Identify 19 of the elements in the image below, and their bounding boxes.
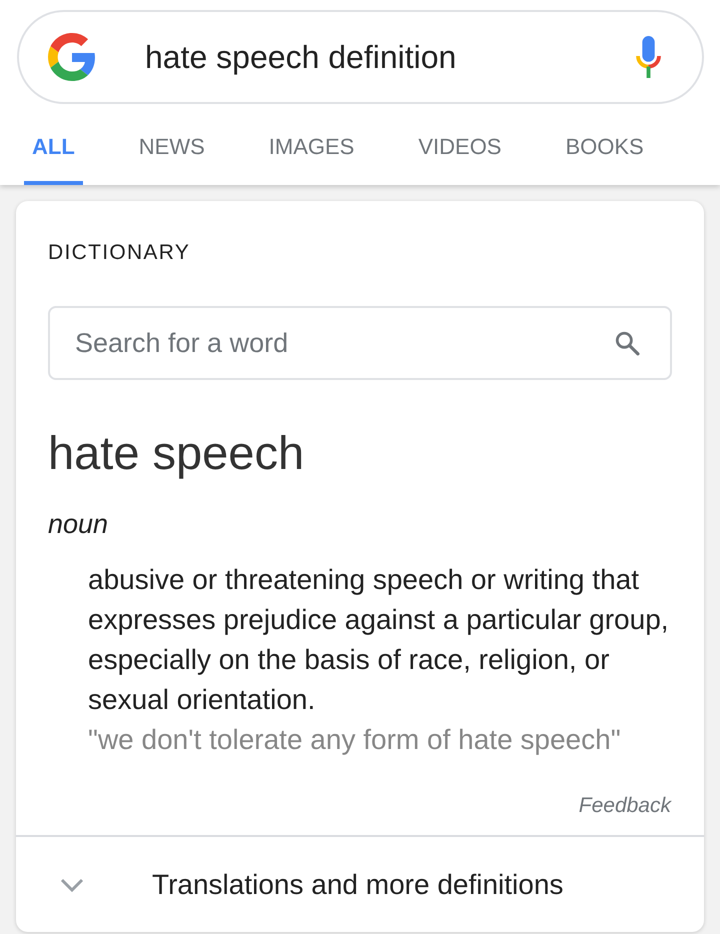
tab[interactable]: BOOKS <box>557 104 652 185</box>
search-field[interactable]: hate speech definition <box>17 10 704 104</box>
word-search-field[interactable]: Search for a word <box>48 306 672 380</box>
word-search-input[interactable]: Search for a word <box>75 328 594 358</box>
query-input[interactable]: hate speech definition <box>145 38 615 76</box>
tab[interactable]: VIDEOS <box>410 104 510 185</box>
headword: hate speech <box>48 425 304 481</box>
part-of-speech: noun <box>48 509 108 539</box>
feedback-link[interactable]: Feedback <box>578 794 671 818</box>
logo-icon <box>48 33 96 81</box>
tab[interactable]: ALL <box>24 104 83 185</box>
microphone-icon[interactable] <box>635 36 662 78</box>
section-heading: DICTIONARY <box>48 241 190 265</box>
definition-text: abusive or threatening speech or writing that expresses prejudice against a particular group, especially on the basis of race, religion, or sexual orientation. <box>88 563 670 717</box>
search-icon[interactable] <box>614 330 640 356</box>
tab[interactable]: NEWS <box>130 104 213 185</box>
tab[interactable]: IMAGES <box>260 104 362 185</box>
example-sentence: "we don't tolerate any form of hate speech" <box>88 723 621 757</box>
more-definitions-button[interactable]: Translations and more definitions <box>16 837 704 932</box>
